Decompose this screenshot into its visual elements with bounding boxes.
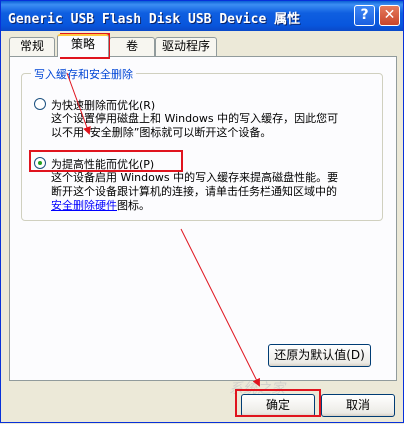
tab-driver[interactable]: 驱动程序 bbox=[155, 37, 217, 56]
safely-remove-hardware-link[interactable]: 安全删除硬件 bbox=[51, 199, 117, 212]
radio-performance-label[interactable]: 为提高性能而优化(P) bbox=[51, 156, 154, 172]
properties-dialog: Generic USB Flash Disk USB Device 属性 ? ✕… bbox=[0, 0, 404, 423]
tab-general[interactable]: 常规 bbox=[9, 37, 55, 56]
help-button[interactable]: ? bbox=[354, 5, 375, 26]
quick-removal-desc-line1: 这个设置停用磁盘上和 Windows 中的写入缓存，因此您可 bbox=[51, 112, 339, 125]
cancel-button[interactable]: 取消 bbox=[321, 394, 395, 417]
quick-removal-desc-line2: 以不用“安全删除”图标就可以断开这个设备。 bbox=[51, 126, 272, 139]
radio-performance[interactable] bbox=[34, 157, 46, 169]
watermark: 系统之家 bbox=[229, 381, 285, 397]
radio-quick-removal[interactable] bbox=[34, 98, 46, 110]
window-title: Generic USB Flash Disk USB Device 属性 bbox=[8, 12, 301, 27]
performance-desc-line2: 断开这个设备跟计算机的连接，请单击任务栏通知区域中的 bbox=[51, 185, 337, 198]
performance-desc-line1: 这个设备启用 Windows 中的写入缓存来提高磁盘性能。要 bbox=[51, 171, 339, 184]
tab-volumes[interactable]: 卷 bbox=[109, 37, 155, 56]
radio-quick-removal-label[interactable]: 为快速删除而优化(R) bbox=[51, 97, 155, 113]
close-button[interactable]: ✕ bbox=[379, 5, 400, 26]
performance-desc-line3: 安全删除硬件图标。 bbox=[51, 199, 150, 213]
group-title: 写入缓存和安全删除 bbox=[31, 66, 136, 82]
help-icon: ? bbox=[360, 7, 369, 23]
title-bar[interactable]: Generic USB Flash Disk USB Device 属性 ? ✕ bbox=[1, 1, 403, 31]
close-icon: ✕ bbox=[383, 7, 396, 23]
tab-policies[interactable]: 策略 bbox=[57, 34, 109, 57]
performance-desc-tail: 图标。 bbox=[117, 199, 150, 212]
restore-default-button[interactable]: 还原为默认值(D) bbox=[268, 344, 371, 367]
